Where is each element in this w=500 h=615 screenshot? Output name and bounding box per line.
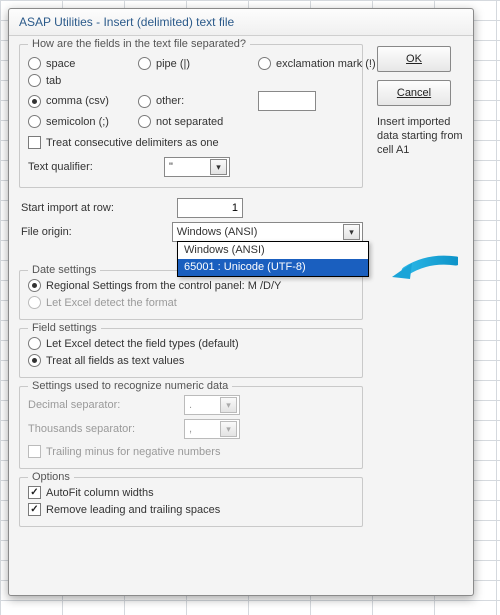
radio-detect-field[interactable]: Let Excel detect the field types (defaul… — [28, 337, 354, 350]
group-field: Field settings Let Excel detect the fiel… — [19, 328, 363, 378]
radio-dot-icon — [138, 57, 151, 70]
radio-dot-icon — [258, 57, 271, 70]
text-qualifier-combo[interactable]: " ▾ — [164, 157, 230, 177]
group-date: Date settings Regional Settings from the… — [19, 270, 363, 320]
group-options: Options AutoFit column widths Remove lea… — [19, 477, 363, 527]
check-trailing-minus: Trailing minus for negative numbers — [28, 445, 354, 458]
radio-pipe[interactable]: pipe (|) — [138, 57, 258, 70]
file-origin-dropdown[interactable]: Windows (ANSI) 65001 : Unicode (UTF-8) — [177, 241, 369, 277]
start-row-input[interactable] — [177, 198, 243, 218]
chevron-down-icon: ▾ — [210, 159, 227, 175]
text-qualifier-label: Text qualifier: — [28, 161, 158, 173]
radio-dot-icon — [28, 74, 41, 87]
radio-dot-icon — [28, 95, 41, 108]
thousands-label: Thousands separator: — [28, 423, 178, 435]
left-column: How are the fields in the text file sepa… — [19, 44, 363, 527]
decimal-combo: . ▾ — [184, 395, 240, 415]
checkbox-icon — [28, 136, 41, 149]
checkbox-icon — [28, 486, 41, 499]
radio-dot-icon — [28, 354, 41, 367]
file-origin-combo[interactable]: Windows (ANSI) ▾ — [172, 222, 363, 242]
window-title: ASAP Utilities - Insert (delimited) text… — [19, 15, 234, 29]
radio-notseparated[interactable]: not separated — [138, 115, 258, 128]
radio-comma[interactable]: comma (csv) — [28, 91, 138, 111]
group-separators: How are the fields in the text file sepa… — [19, 44, 363, 188]
file-origin-label: File origin: — [21, 226, 166, 238]
radio-space[interactable]: space — [28, 57, 138, 70]
radio-text-field[interactable]: Treat all fields as text values — [28, 354, 354, 367]
checkbox-icon — [28, 445, 41, 458]
radio-dot-icon — [28, 279, 41, 292]
client-area: OK Cancel Insert imported data starting … — [9, 36, 473, 595]
group-numeric: Settings used to recognize numeric data … — [19, 386, 363, 469]
dialog-window: ASAP Utilities - Insert (delimited) text… — [8, 8, 474, 596]
radio-dot-icon — [28, 337, 41, 350]
group-numeric-legend: Settings used to recognize numeric data — [28, 380, 232, 392]
radio-exclaim[interactable]: exclamation mark (!) — [258, 57, 398, 70]
radio-dot-icon — [28, 57, 41, 70]
group-date-legend: Date settings — [28, 264, 100, 276]
thousands-combo: , ▾ — [184, 419, 240, 439]
radio-excel-date: Let Excel detect the format — [28, 296, 354, 309]
other-delimiter-input[interactable] — [258, 91, 316, 111]
radio-other[interactable]: other: — [138, 91, 258, 111]
chevron-down-icon: ▾ — [343, 224, 360, 240]
radio-regional[interactable]: Regional Settings from the control panel… — [28, 279, 354, 292]
file-origin-option[interactable]: Windows (ANSI) — [178, 242, 368, 259]
radio-dot-icon — [28, 115, 41, 128]
radio-dot-icon — [138, 95, 151, 108]
start-row-label: Start import at row: — [21, 202, 171, 214]
file-origin-option[interactable]: 65001 : Unicode (UTF-8) — [178, 259, 368, 276]
radio-dot-icon — [28, 296, 41, 309]
chevron-down-icon: ▾ — [220, 397, 237, 413]
radio-tab[interactable]: tab — [28, 74, 138, 87]
check-consecutive[interactable]: Treat consecutive delimiters as one — [28, 136, 354, 149]
title-bar[interactable]: ASAP Utilities - Insert (delimited) text… — [9, 9, 473, 36]
group-field-legend: Field settings — [28, 322, 101, 334]
radio-dot-icon — [138, 115, 151, 128]
check-trim[interactable]: Remove leading and trailing spaces — [28, 503, 354, 516]
radio-semicolon[interactable]: semicolon (;) — [28, 115, 138, 128]
check-autofit[interactable]: AutoFit column widths — [28, 486, 354, 499]
chevron-down-icon: ▾ — [220, 421, 237, 437]
group-separators-legend: How are the fields in the text file sepa… — [28, 38, 250, 50]
group-options-legend: Options — [28, 471, 74, 483]
decimal-label: Decimal separator: — [28, 399, 178, 411]
checkbox-icon — [28, 503, 41, 516]
